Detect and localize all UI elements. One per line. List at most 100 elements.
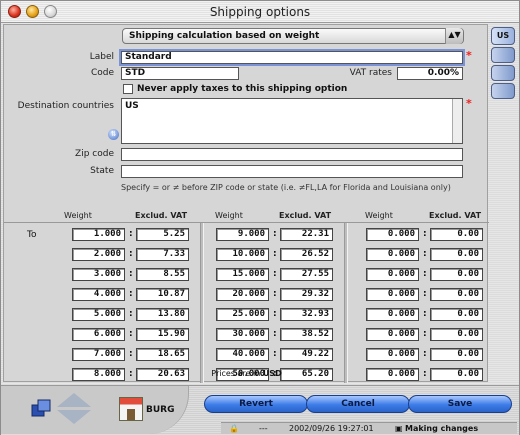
weight-cell[interactable]: 4.000 [72,288,125,301]
weight-header: Weight [215,211,243,220]
colon-separator: : [423,329,427,339]
save-button[interactable]: Save [408,395,512,413]
weight-cell[interactable]: 0.000 [366,308,419,321]
status-message: Making changes [405,424,479,433]
tab-blank[interactable] [491,83,515,99]
price-cell[interactable]: 49.22 [280,348,333,361]
label-field-label: Label [89,52,114,62]
price-cell[interactable]: 0.00 [430,248,483,261]
price-cell[interactable]: 0.00 [430,348,483,361]
price-cell[interactable]: 10.87 [136,288,189,301]
tab-blank[interactable] [491,47,515,63]
state-field[interactable] [121,165,463,178]
colon-separator: : [423,309,427,319]
weight-cell[interactable]: 0.000 [366,288,419,301]
tab-us-label: US [496,31,510,40]
next-record-icon[interactable] [57,410,91,424]
weight-cell[interactable]: 0.000 [366,268,419,281]
store-icon [119,397,143,421]
column-separator [200,223,204,383]
vat-rates-label: VAT rates [349,68,392,78]
tab-blank[interactable] [491,65,515,81]
price-cell[interactable]: 8.55 [136,268,189,281]
previous-record-icon[interactable] [57,393,91,407]
currency-code: USD [262,369,282,378]
colon-separator: : [129,309,133,319]
state-label: State [90,166,114,176]
vat-rates-field[interactable]: 0.00% [397,67,463,80]
weight-cell[interactable]: 10.000 [216,248,269,261]
weight-cell[interactable]: 3.000 [72,268,125,281]
close-window-icon[interactable] [8,5,21,18]
windows-icon[interactable] [31,398,57,418]
code-field[interactable]: STD [121,67,239,80]
price-cell[interactable]: 0.00 [430,268,483,281]
zip-code-field[interactable] [121,148,463,161]
weight-cell[interactable]: 6.000 [72,328,125,341]
label-field[interactable]: Standard [121,51,463,64]
prices-currency-line: Prices are in USD [4,369,489,378]
price-cell[interactable]: 26.52 [280,248,333,261]
weight-cell[interactable]: 25.000 [216,308,269,321]
shipping-options-window: Shipping options Shipping calculation ba… [0,0,520,435]
zip-state-hint: Specify = or ≠ before ZIP code or state … [121,183,451,192]
price-cell[interactable]: 0.00 [430,288,483,301]
price-cell[interactable]: 7.33 [136,248,189,261]
price-cell[interactable]: 38.52 [280,328,333,341]
price-cell[interactable]: 32.93 [280,308,333,321]
rates-divider [4,222,489,223]
colon-separator: : [273,249,277,259]
revert-button[interactable]: Revert [204,395,308,413]
price-cell[interactable]: 22.31 [280,228,333,241]
status-bar: 🔒 --- 2002/09/26 19:27:01 ▣ Making chang… [221,422,517,434]
price-cell[interactable]: 18.65 [136,348,189,361]
destination-countries-field[interactable]: US [121,98,463,144]
colon-separator: : [423,249,427,259]
weight-cell[interactable]: 40.000 [216,348,269,361]
weight-cell[interactable]: 0.000 [366,348,419,361]
tab-us[interactable]: US [491,27,515,45]
colon-separator: : [273,309,277,319]
price-cell[interactable]: 29.32 [280,288,333,301]
price-cell[interactable]: 27.55 [280,268,333,281]
calculation-method-select[interactable]: Shipping calculation based on weight ▲▼ [122,28,464,44]
price-cell[interactable]: 0.00 [430,328,483,341]
weight-cell[interactable]: 1.000 [72,228,125,241]
never-apply-taxes-label: Never apply taxes to this shipping optio… [137,84,348,94]
weight-cell[interactable]: 30.000 [216,328,269,341]
colon-separator: : [273,269,277,279]
price-cell[interactable]: 5.25 [136,228,189,241]
zoom-window-icon[interactable] [44,5,57,18]
weight-cell[interactable]: 0.000 [366,228,419,241]
destination-scrollbar[interactable] [452,99,462,143]
never-apply-taxes-checkbox[interactable] [123,84,133,94]
colon-separator: : [129,289,133,299]
status-timestamp: 2002/09/26 19:27:01 [289,424,374,433]
minimize-window-icon[interactable] [26,5,39,18]
code-field-label: Code [90,68,114,78]
form-panel: Shipping calculation based on weight ▲▼ … [3,24,489,383]
countries-picker-icon[interactable]: ⇅ [108,129,119,140]
price-cell[interactable]: 0.00 [430,308,483,321]
price-cell[interactable]: 0.00 [430,228,483,241]
weight-cell[interactable]: 20.000 [216,288,269,301]
weight-cell[interactable]: 7.000 [72,348,125,361]
weight-cell[interactable]: 2.000 [72,248,125,261]
destination-countries-value: US [125,101,139,111]
colon-separator: : [129,329,133,339]
destination-countries-label: Destination countries [17,101,114,111]
colon-separator: : [423,269,427,279]
price-cell[interactable]: 15.90 [136,328,189,341]
colon-separator: : [273,349,277,359]
cancel-button[interactable]: Cancel [306,395,410,413]
weight-cell[interactable]: 0.000 [366,248,419,261]
weight-cell[interactable]: 15.000 [216,268,269,281]
footer-bar: BURG Revert Cancel Save 🔒 --- 2002/09/26… [1,385,519,435]
price-cell[interactable]: 13.80 [136,308,189,321]
weight-cell[interactable]: 5.000 [72,308,125,321]
weight-cell[interactable]: 9.000 [216,228,269,241]
store-name: BURG [146,405,175,415]
weight-cell[interactable]: 0.000 [366,328,419,341]
column-separator [344,223,348,383]
window-title: Shipping options [209,5,311,19]
